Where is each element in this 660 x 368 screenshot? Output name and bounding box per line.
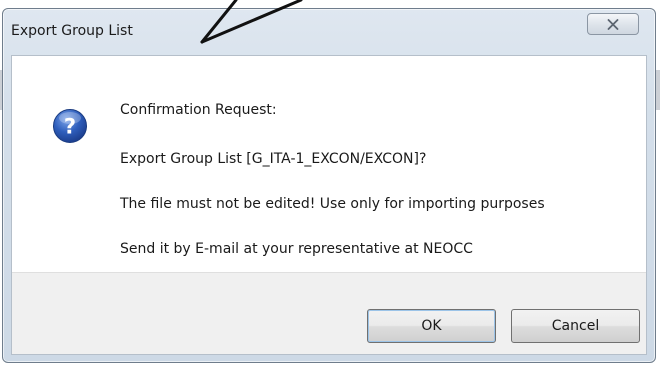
export-question-text: Export Group List [G_ITA-1_EXCON/EXCON]? <box>120 151 427 167</box>
question-icon: ? <box>52 108 88 144</box>
dialog-title: Export Group List <box>11 23 133 39</box>
instruction-text: Send it by E-mail at your representative… <box>120 241 473 257</box>
export-group-list-dialog: Export Group List ? Confirmation Request… <box>2 8 656 363</box>
button-bar: OK Cancel <box>12 272 646 354</box>
close-icon <box>607 18 619 30</box>
warning-text: The file must not be edited! Use only fo… <box>120 196 545 212</box>
message-area: ? Confirmation Request: Export Group Lis… <box>12 56 646 272</box>
dialog-client-area: ? Confirmation Request: Export Group Lis… <box>11 55 647 355</box>
close-button[interactable] <box>587 13 639 35</box>
screenshot-stage: Export Group List ? Confirmation Request… <box>0 0 660 368</box>
confirmation-heading: Confirmation Request: <box>120 102 277 118</box>
ok-button[interactable]: OK <box>367 309 496 343</box>
svg-text:?: ? <box>64 115 76 139</box>
cancel-button[interactable]: Cancel <box>511 309 640 343</box>
title-bar[interactable]: Export Group List <box>3 9 655 55</box>
